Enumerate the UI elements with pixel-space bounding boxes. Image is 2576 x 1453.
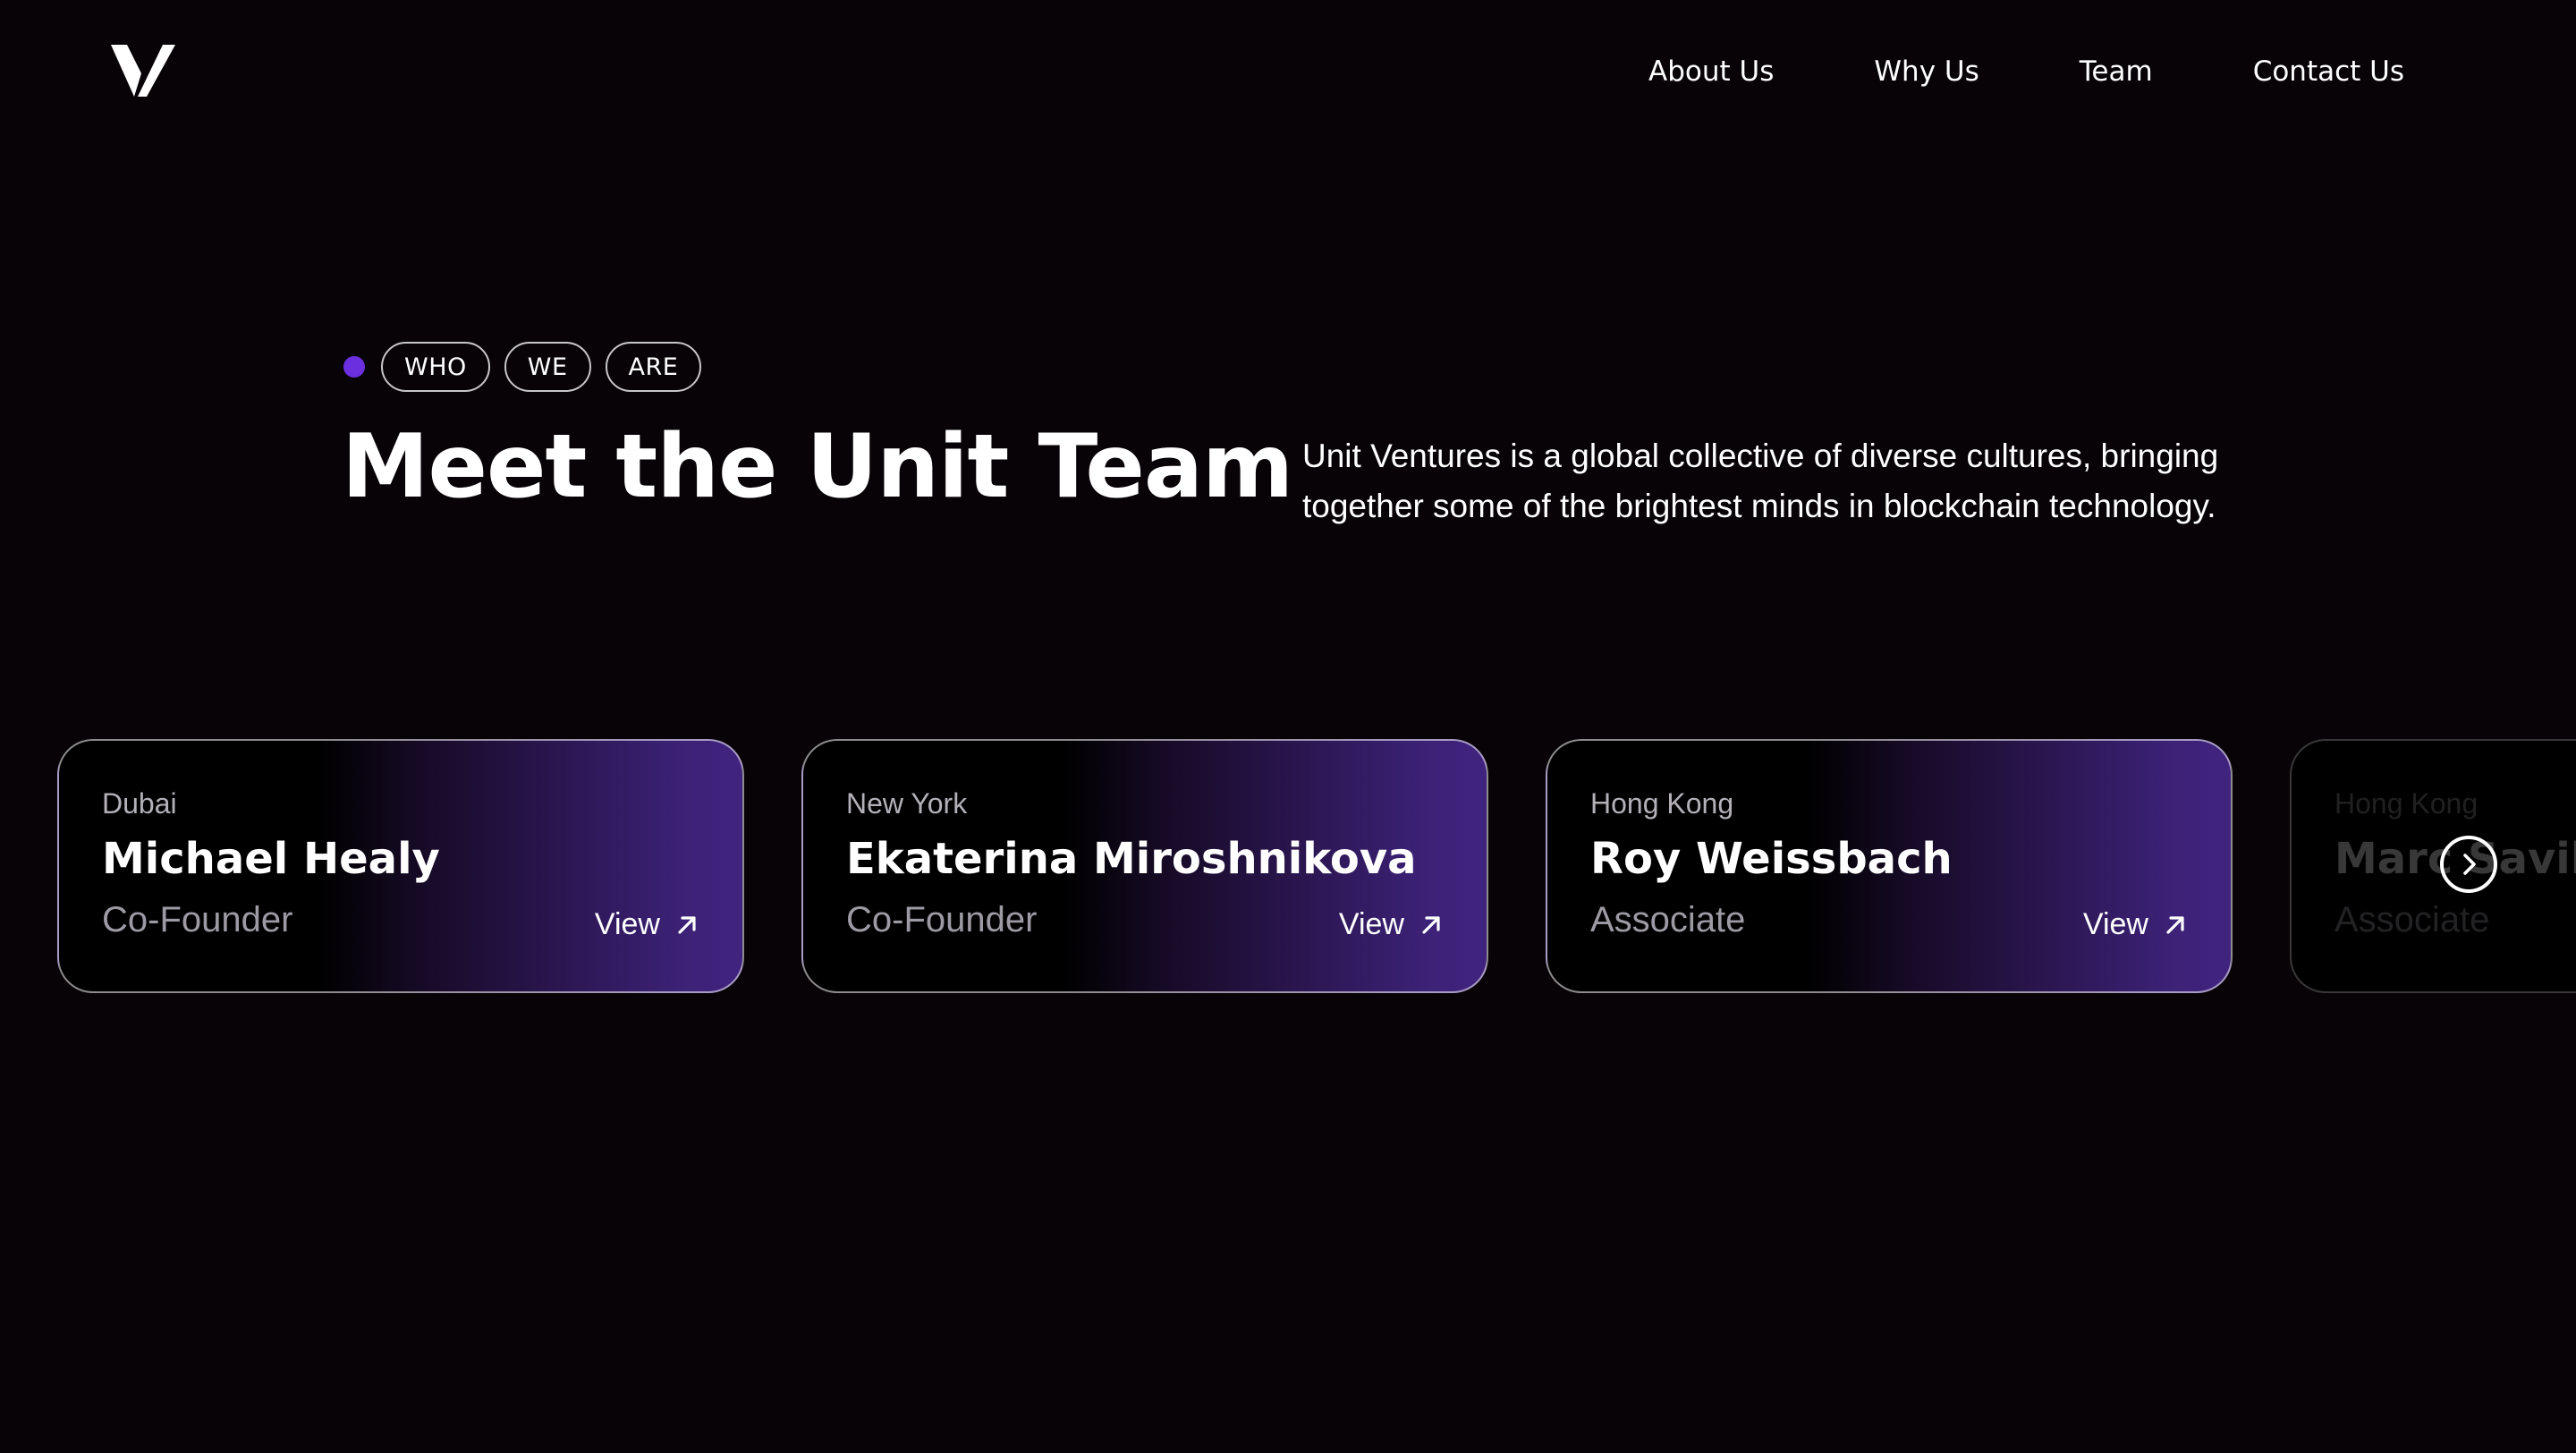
nav-team[interactable]: Team	[2080, 52, 2153, 91]
chevron-right-icon	[2463, 854, 2476, 875]
team-card[interactable]: New York Ekaterina Miroshnikova Co-Found…	[801, 739, 1488, 993]
team-carousel: Dubai Michael Healy Co-Founder View New …	[57, 739, 2576, 993]
card-name: Roy Weissbach	[1590, 834, 1953, 884]
eyebrow-pill-who: WHO	[381, 342, 490, 392]
card-name: Ekaterina Miroshnikova	[846, 834, 1417, 884]
hero-description: Unit Ventures is a global collective of …	[1302, 438, 2219, 524]
card-role: Co-Founder	[102, 900, 293, 939]
card-role: Co-Founder	[846, 900, 1038, 939]
accent-dot-icon	[343, 356, 365, 378]
view-label: View	[594, 907, 660, 941]
card-role: Associate	[1590, 900, 1746, 939]
card-city: Hong Kong	[2334, 787, 2479, 820]
eyebrow-tags: WHO WE ARE	[343, 342, 702, 392]
page-title: Meet the Unit Team	[342, 416, 1293, 518]
eyebrow-pill-are: ARE	[605, 342, 702, 392]
arrow-up-right-icon	[1422, 915, 1440, 934]
nav-why-us[interactable]: Why Us	[1874, 52, 1979, 91]
view-profile-button[interactable]: View	[595, 907, 699, 942]
arrow-up-right-icon	[678, 915, 696, 934]
eyebrow-pill-we: WE	[504, 342, 591, 392]
card-city: New York	[846, 787, 968, 820]
view-profile-button[interactable]: View	[2083, 907, 2188, 942]
nav-about-us[interactable]: About Us	[1648, 52, 1774, 91]
nav-contact-us[interactable]: Contact Us	[2253, 52, 2404, 91]
view-profile-button[interactable]: View	[1339, 907, 1444, 942]
card-name: Michael Healy	[102, 834, 440, 884]
card-city: Dubai	[102, 787, 177, 820]
main-nav: About Us Why Us Team Contact Us	[1648, 52, 2404, 91]
unit-ventures-logo-icon[interactable]	[111, 45, 175, 97]
team-page: About Us Why Us Team Contact Us WHO WE A…	[0, 0, 2576, 1453]
team-card[interactable]: Dubai Michael Healy Co-Founder View	[57, 739, 744, 993]
team-card[interactable]: Hong Kong Roy Weissbach Associate View	[1546, 739, 2233, 993]
carousel-next-button[interactable]	[2440, 836, 2497, 893]
team-card[interactable]: Hong Kong Marc Savil Associate	[2290, 739, 2576, 993]
view-label: View	[2082, 907, 2148, 941]
view-label: View	[1338, 907, 1404, 941]
arrow-up-right-icon	[2166, 915, 2184, 934]
card-role: Associate	[2334, 900, 2490, 939]
card-city: Hong Kong	[1590, 787, 1734, 820]
